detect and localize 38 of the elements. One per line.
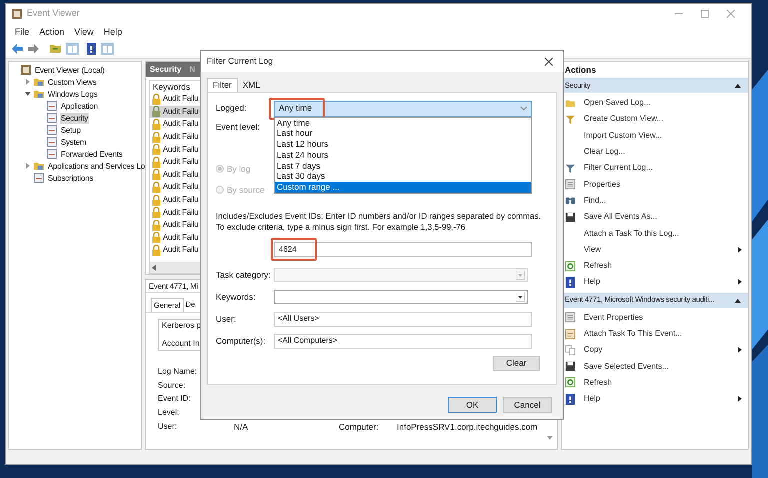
row-text: Audit Failu [163,168,199,181]
row-text: Audit Failu [163,156,199,168]
row-text: Audit Failu [163,93,199,106]
dialog-title: Filter Current Log [207,55,274,68]
dropdown-value: Any time [279,102,312,115]
field-label: Log Name: [158,366,198,378]
field-value: N/A [234,420,250,434]
field-label: User: [216,312,238,326]
event-ids-hint: Includes/Excludes Event IDs: Enter ID numbers and/or ID ranges separated by commas. To exclude criteria, type a minus sign first. For example 1,3,5-99,-76 [216,211,542,233]
field-label: Event ID: [158,393,192,406]
row-text: Audit Failu [163,194,199,206]
row-text: Audit Failu [163,244,199,256]
window-title: Event Viewer [27,7,80,20]
message-text: Account In [162,338,201,350]
field-label: Logged: [216,102,248,115]
field-value: 4624 [279,244,297,256]
row-text: Audit Failu [163,106,199,118]
row-text: Audit Failu [163,232,199,244]
field-label: Computer: [339,420,380,434]
field-value: <All Computers> [278,335,338,347]
field-label: Event level: [216,121,260,133]
field-label: Keywords: [216,290,257,304]
actions-title: Actions [564,64,598,77]
field-label: Source: [158,380,187,392]
radio-label: By source [227,184,265,196]
field-label: Task category: [216,268,272,282]
row-text: Audit Failu [163,118,199,130]
field-value: <All Users> [278,313,320,325]
field-label: User: [158,421,178,434]
row-text: Audit Failu [163,206,199,219]
radio-label: By log [227,162,251,176]
row-text: Audit Failu [163,131,199,144]
row-text: Audit Failu [163,144,199,156]
row-text: Audit Failu [163,219,199,232]
row-text: Audit Failu [163,181,199,194]
field-label: Computer(s): [216,334,267,348]
field-value: InfoPressSRV1.corp.itechguides.com [397,420,538,434]
field-label: Level: [158,407,180,420]
